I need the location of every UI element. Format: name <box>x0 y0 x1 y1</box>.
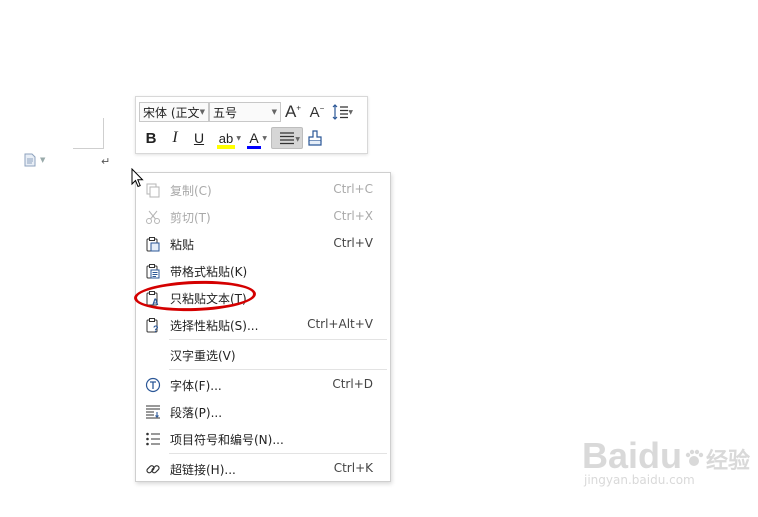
highlight-icon: ab <box>216 130 236 149</box>
menu-item-bullets-numbering[interactable]: 项目符号和编号(N)... <box>136 425 390 452</box>
font-name-value: 宋体 (正文 <box>143 105 200 120</box>
font-name-combo[interactable]: 宋体 (正文 ▼ <box>139 102 209 122</box>
paw-icon <box>685 449 704 466</box>
paragraph-mark: ↵ <box>101 155 111 168</box>
font-color-icon: A <box>247 130 262 149</box>
paste-icon <box>146 237 160 252</box>
grow-font-icon: A+ <box>284 102 301 121</box>
font-size-combo[interactable]: 五号 ▼ <box>209 102 281 122</box>
menu-item-copy[interactable]: 复制(C) Ctrl+C <box>136 176 390 203</box>
bold-icon: B <box>145 129 157 147</box>
font-size-value: 五号 <box>213 105 238 120</box>
underline-icon: U <box>193 130 205 146</box>
watermark-url: jingyan.baidu.com <box>584 473 695 487</box>
menu-item-hyperlink[interactable]: 超链接(H)... Ctrl+K <box>136 455 390 482</box>
menu-item-paste[interactable]: 粘贴 Ctrl+V <box>136 230 390 257</box>
highlight-button[interactable]: ab ▼ <box>211 127 241 149</box>
format-painter-icon <box>308 130 322 146</box>
bold-button[interactable]: B <box>139 127 163 149</box>
paste-special-icon: ? <box>146 318 159 333</box>
shrink-font-button[interactable]: A− <box>305 101 329 123</box>
shrink-font-icon: A− <box>309 103 325 121</box>
line-spacing-button[interactable]: ▼ <box>329 101 353 123</box>
link-icon <box>146 465 160 474</box>
italic-button[interactable]: I <box>163 127 187 149</box>
menu-item-hanzi-reselect[interactable]: 汉字重选(V) <box>136 341 390 368</box>
menu-item-cut[interactable]: 剪切(T) Ctrl+X <box>136 203 390 230</box>
font-color-button[interactable]: A ▼ <box>241 127 267 149</box>
mini-toolbar: 宋体 (正文 ▼ 五号 ▼ A+ A− ▼ B I U ab ▼ A ▼ ▼ <box>135 96 368 154</box>
menu-separator <box>169 453 387 454</box>
menu-item-paste-special[interactable]: ? 选择性粘贴(S)... Ctrl+Alt+V <box>136 311 390 338</box>
menu-separator <box>169 369 387 370</box>
paste-options-button[interactable]: ▼ <box>24 153 45 167</box>
baidu-watermark: Baidu 经验 jingyan.baidu.com <box>582 435 750 487</box>
mouse-cursor-icon <box>131 168 144 188</box>
chevron-down-icon: ▼ <box>295 136 300 143</box>
format-painter-button[interactable] <box>303 127 327 149</box>
grow-font-button[interactable]: A+ <box>281 101 305 123</box>
font-icon <box>145 377 161 393</box>
bullet-list-icon <box>146 432 160 446</box>
italic-icon: I <box>172 129 178 146</box>
menu-item-font[interactable]: 字体(F)... Ctrl+D <box>136 371 390 398</box>
scissors-icon <box>146 210 160 224</box>
svg-text:?: ? <box>153 324 159 333</box>
underline-button[interactable]: U <box>187 127 211 149</box>
chevron-down-icon: ▼ <box>271 108 277 116</box>
chevron-down-icon: ▼ <box>199 108 205 116</box>
chevron-down-icon: ▼ <box>262 135 267 142</box>
align-button[interactable]: ▼ <box>271 127 303 149</box>
menu-item-paste-with-format[interactable]: 带格式粘贴(K) <box>136 257 390 284</box>
chevron-down-icon: ▼ <box>348 109 353 116</box>
chevron-down-icon: ▼ <box>40 156 46 164</box>
watermark-logo: Baidu <box>582 435 683 476</box>
line-spacing-icon <box>332 104 348 120</box>
align-justify-icon <box>280 132 294 145</box>
paragraph-icon <box>146 405 160 419</box>
document-icon <box>24 153 36 167</box>
paste-format-icon <box>146 264 160 279</box>
context-menu: 复制(C) Ctrl+C 剪切(T) Ctrl+X 粘贴 Ctrl+V 带格式粘… <box>135 172 391 482</box>
menu-item-paragraph[interactable]: 段落(P)... <box>136 398 390 425</box>
watermark-brand: 经验 <box>706 449 751 474</box>
page-margin-corner <box>73 118 104 149</box>
menu-separator <box>169 339 387 340</box>
copy-icon <box>146 183 160 198</box>
